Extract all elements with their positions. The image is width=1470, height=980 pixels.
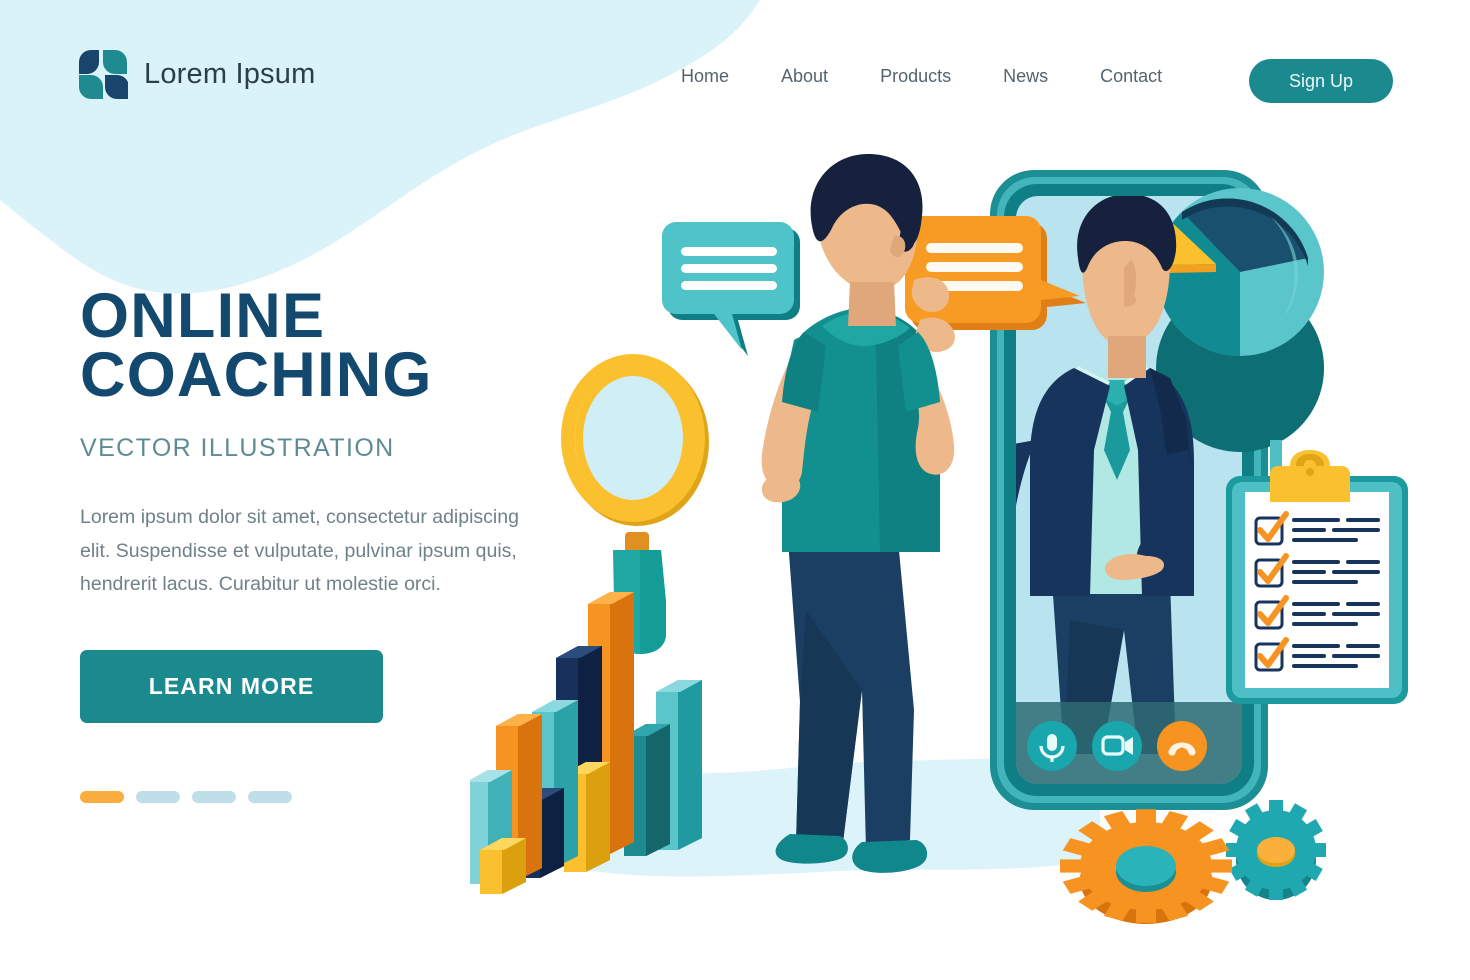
carousel-dot-3[interactable]: [192, 790, 236, 803]
nav-item-products[interactable]: Products: [854, 66, 977, 87]
headline-line-2: COACHING: [80, 339, 433, 410]
carousel-dot-2[interactable]: [136, 790, 180, 803]
hero-illustration: [470, 154, 1408, 924]
brand[interactable]: Lorem Ipsum: [78, 48, 315, 101]
video-button[interactable]: [1092, 721, 1142, 771]
nav-item-home[interactable]: Home: [655, 66, 755, 87]
magnifying-glass-icon: [561, 354, 709, 654]
gears-group: [1060, 800, 1326, 924]
carousel-dot-1[interactable]: [80, 790, 124, 803]
hero-copy: ONLINE COACHING VECTOR ILLUSTRATION Lore…: [80, 281, 550, 803]
carousel-pagination: [80, 790, 550, 803]
small-gear: [1226, 800, 1326, 900]
learn-more-button[interactable]: LEARN MORE: [80, 649, 383, 723]
headline-line-1: ONLINE: [80, 281, 326, 351]
call-controls: [1027, 721, 1207, 771]
landing-page: Lorem Ipsum Home About Products News Con…: [0, 0, 1470, 980]
brand-name: Lorem Ipsum: [144, 58, 316, 90]
end-call-button[interactable]: [1157, 721, 1207, 771]
carousel-dot-4[interactable]: [248, 790, 292, 803]
clipboard-checklist: [1226, 440, 1408, 704]
teal-speech-bubble: [662, 222, 800, 356]
main-nav: Home About Products News Contact: [655, 66, 1188, 87]
sign-up-button[interactable]: Sign Up: [1249, 59, 1393, 103]
microphone-button[interactable]: [1027, 721, 1077, 771]
nav-item-about[interactable]: About: [755, 66, 854, 87]
page-title: ONLINE COACHING: [80, 281, 550, 410]
hero-subtitle: VECTOR ILLUSTRATION: [80, 434, 395, 463]
site-header: Lorem Ipsum Home About Products News Con…: [0, 0, 1470, 160]
large-gear: [1060, 809, 1232, 924]
four-petal-logo-icon: [79, 50, 128, 99]
nav-item-news[interactable]: News: [977, 66, 1074, 87]
nav-item-contact[interactable]: Contact: [1074, 66, 1188, 87]
hero-body-text: Lorem ipsum dolor sit amet, consectetur …: [80, 506, 519, 596]
